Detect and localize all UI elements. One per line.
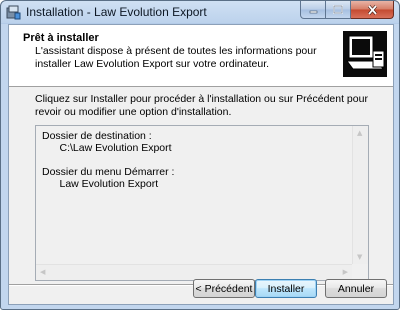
install-button[interactable]: Installer xyxy=(255,279,317,298)
vertical-scrollbar[interactable]: ▲ ▼ xyxy=(352,126,368,264)
installer-window: Installation - Law Evolution Export Prêt… xyxy=(0,0,400,310)
minimize-button[interactable] xyxy=(300,1,326,19)
cancel-button[interactable]: Annuler xyxy=(325,279,387,298)
maximize-button[interactable] xyxy=(326,1,351,19)
minimize-icon xyxy=(309,10,317,13)
close-button[interactable] xyxy=(351,1,394,19)
back-button[interactable]: < Précédent xyxy=(193,279,255,298)
scroll-right-icon[interactable]: ▶ xyxy=(343,268,348,276)
wizard-header: Prêt à installer L'assistant dispose à p… xyxy=(9,25,393,87)
window-title: Installation - Law Evolution Export xyxy=(26,5,207,19)
scroll-left-icon[interactable]: ◀ xyxy=(40,268,45,276)
wizard-computer-icon xyxy=(343,31,387,77)
caption-buttons xyxy=(300,1,394,20)
scroll-up-icon[interactable]: ▲ xyxy=(357,129,362,137)
scrollbar-corner xyxy=(352,264,368,280)
ready-memo[interactable]: Dossier de destination : C:\Law Evolutio… xyxy=(35,125,369,281)
wizard-client-area: Prêt à installer L'assistant dispose à p… xyxy=(8,24,394,305)
title-bar[interactable]: Installation - Law Evolution Export xyxy=(1,1,399,24)
maximize-icon xyxy=(333,5,343,14)
horizontal-scrollbar[interactable]: ◀ ▶ xyxy=(36,264,352,280)
memo-text: Dossier de destination : C:\Law Evolutio… xyxy=(42,130,175,190)
close-icon xyxy=(367,4,377,15)
page-title: Prêt à installer xyxy=(23,32,99,44)
page-subtitle: L'assistant dispose à présent de toutes … xyxy=(35,45,317,70)
setup-icon[interactable] xyxy=(6,5,21,20)
scroll-down-icon[interactable]: ▼ xyxy=(357,253,362,261)
instruction-text: Cliquez sur Installer pour procéder à l'… xyxy=(35,93,368,118)
